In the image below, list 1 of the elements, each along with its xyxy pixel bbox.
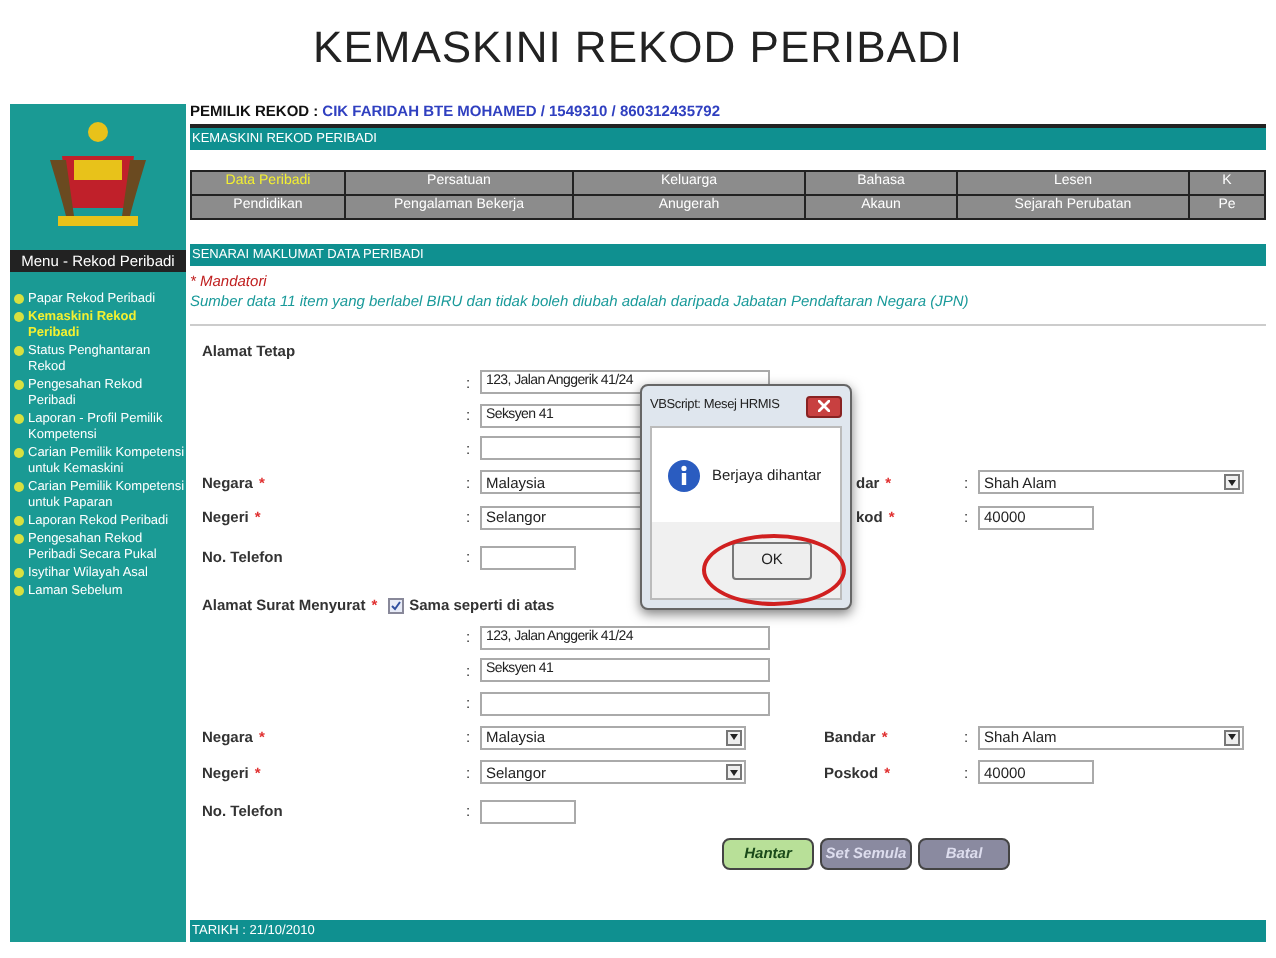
slide-title: KEMASKINI REKOD PERIBADI — [313, 19, 963, 75]
